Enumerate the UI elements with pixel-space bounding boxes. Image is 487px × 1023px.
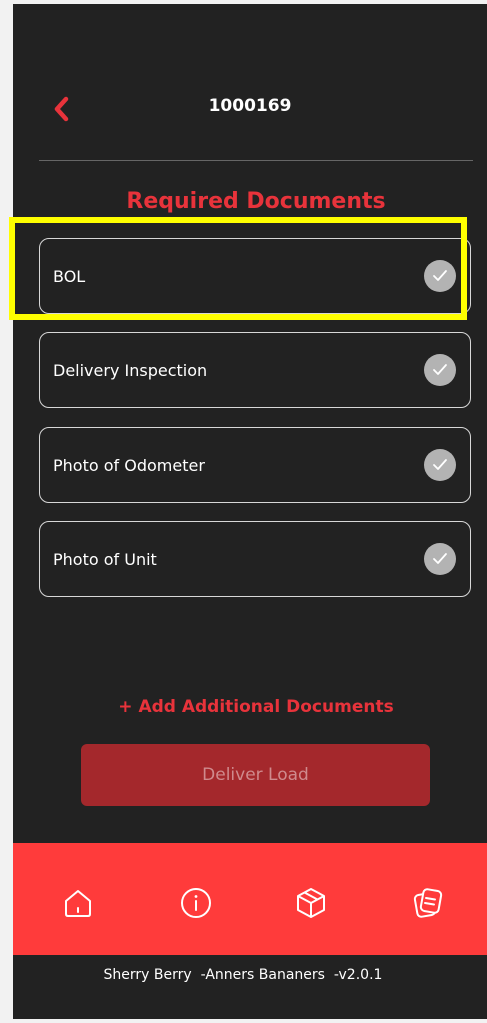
checkmark-icon — [424, 543, 456, 575]
document-item-photo-of-unit[interactable]: Photo of Unit — [39, 521, 471, 597]
package-icon — [297, 888, 325, 918]
bottom-nav — [13, 843, 487, 955]
documents-icon — [413, 888, 443, 918]
footer-info: Sherry Berry -Anners Bananers -v2.0.1 — [103, 967, 383, 983]
header-divider — [39, 160, 473, 161]
home-icon — [65, 890, 91, 917]
document-label: Photo of Unit — [53, 549, 157, 569]
nav-loads[interactable] — [291, 883, 331, 923]
checkmark-icon — [424, 449, 456, 481]
document-item-delivery-inspection[interactable]: Delivery Inspection — [39, 332, 471, 408]
document-label: Delivery Inspection — [53, 360, 208, 380]
add-documents-link[interactable]: + Add Additional Documents — [13, 697, 487, 717]
nav-info[interactable] — [176, 883, 216, 923]
section-title: Required Documents — [126, 189, 386, 214]
document-label: Photo of Odometer — [53, 455, 205, 475]
phone-screen: 1000169 Required Documents BOL Delivery … — [13, 4, 487, 1019]
info-icon — [181, 888, 211, 918]
nav-home[interactable] — [58, 883, 98, 923]
page-title: 1000169 — [208, 96, 292, 116]
document-item-photo-of-odometer[interactable]: Photo of Odometer — [39, 427, 471, 503]
deliver-load-button[interactable]: Deliver Load — [81, 744, 430, 806]
highlight-box — [9, 217, 467, 320]
checkmark-icon — [424, 354, 456, 386]
nav-documents[interactable] — [408, 883, 448, 923]
